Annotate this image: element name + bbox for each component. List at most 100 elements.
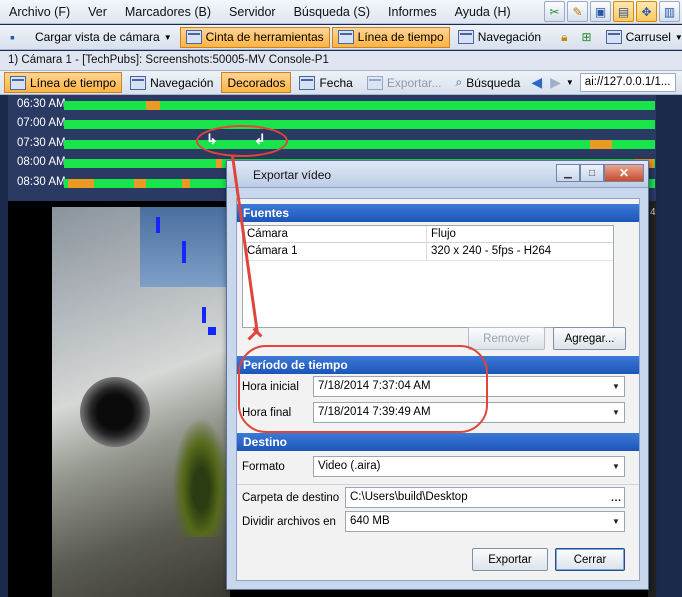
fan-object [80, 377, 150, 447]
minimize-button[interactable]: ▁ [556, 164, 580, 182]
load-camera-view-button[interactable]: Cargar vista de cámara ▼ [29, 27, 178, 48]
timeline-range-highlight [196, 125, 288, 157]
search-button[interactable]: ⌕ Búsqueda [450, 72, 527, 93]
navigation-button[interactable]: Navegación [452, 27, 547, 48]
chevron-down-icon: ▼ [163, 32, 172, 42]
timeline-label: Línea de tiempo [357, 30, 444, 44]
monitor-icon[interactable]: ▣ [590, 1, 611, 22]
frame-number: 4 [650, 207, 656, 218]
split-size-value: 640 MB [350, 515, 390, 527]
timeline-toggle-label: Línea de tiempo [30, 75, 117, 90]
column-header[interactable]: Cámara [243, 226, 427, 242]
export-confirm-button[interactable]: Exportar [472, 548, 548, 571]
layout-icon[interactable]: ▤ [613, 1, 634, 22]
format-label: Formato [242, 461, 285, 473]
navigation-label: Navegación [477, 30, 542, 44]
camera-toolbar: Línea de tiempo Navegación Decorados Fec… [0, 71, 682, 95]
video-scroll-edge [648, 201, 656, 597]
timeline-toggle-button[interactable]: Línea de tiempo [4, 72, 123, 93]
timeline-bar[interactable] [64, 120, 655, 129]
destination-folder-field[interactable]: C:\Users\build\Desktop … [345, 487, 625, 508]
export-label: Exportar... [386, 75, 442, 90]
timeline-time-label: 08:30 AM [17, 176, 66, 188]
chevron-down-icon[interactable]: ▼ [608, 377, 624, 396]
event-segment [590, 140, 612, 149]
chevron-down-icon[interactable]: ▼ [608, 457, 624, 476]
close-button[interactable]: ✕ [604, 164, 644, 182]
chevron-down-icon[interactable]: ▼ [608, 403, 624, 422]
split-size-select[interactable]: 640 MB ▼ [345, 511, 625, 532]
column-header[interactable]: Flujo [427, 226, 613, 242]
export-button[interactable]: Exportar... [361, 72, 448, 93]
table-header: Cámara Flujo [243, 226, 613, 243]
event-segment [216, 159, 222, 168]
main-toolbar: ▪ Cargar vista de cámara ▼ Cinta de herr… [0, 25, 682, 50]
navigation-icon [457, 30, 474, 44]
timeline-bar[interactable]: ↳ ↲ [64, 131, 655, 149]
navigation-icon [130, 75, 147, 90]
back-arrow-icon[interactable]: ◀ [528, 74, 545, 91]
panel-icon[interactable]: ▥ [659, 1, 680, 22]
sources-table[interactable]: Cámara Flujo Cámara 1 320 x 240 - 5fps -… [242, 225, 614, 328]
dialog-titlebar[interactable]: Exportar vídeo ▁ □ ✕ [227, 161, 648, 188]
decorated-label: Decorados [227, 75, 286, 90]
calendar-icon [299, 75, 316, 90]
forward-arrow-icon[interactable]: ▶ [547, 74, 564, 91]
event-segment [68, 179, 94, 188]
address-field[interactable]: ai://127.0.0.1/1... [579, 73, 676, 92]
motion-marker [182, 241, 186, 263]
maximize-button[interactable]: □ [580, 164, 604, 182]
remove-button[interactable]: Remover [468, 327, 545, 350]
menu-marcadores[interactable]: Marcadores (B) [116, 5, 220, 19]
table-cell: Cámara 1 [243, 243, 427, 260]
sources-heading: Fuentes [237, 204, 639, 222]
menu-servidor[interactable]: Servidor [220, 5, 285, 19]
timeline-bar[interactable] [64, 101, 655, 110]
browse-icon[interactable]: … [608, 488, 624, 507]
chevron-down-icon[interactable]: ▼ [608, 512, 624, 531]
event-segment [134, 179, 146, 188]
decorated-button[interactable]: Decorados [221, 72, 292, 93]
timeline-time-label: 06:30 AM [17, 98, 66, 110]
carousel-button[interactable]: Carrusel ▼ [600, 27, 682, 48]
cut-icon[interactable]: ✂ [544, 1, 565, 22]
menu-icon-group: ✂ ✎ ▣ ▤ ✥ ▥ [544, 1, 680, 22]
timeline-icon [10, 75, 26, 90]
navigation-toggle-label: Navegación [150, 75, 214, 90]
add-button[interactable]: Agregar... [553, 327, 626, 350]
navigation-toggle-button[interactable]: Navegación [124, 72, 219, 93]
timeline-row: 06:30 AM [8, 95, 656, 115]
menu-ver[interactable]: Ver [79, 5, 116, 19]
timeline-row: 07:00 AM [8, 114, 656, 134]
menu-archivo[interactable]: Archivo (F) [0, 5, 79, 19]
toolbar-icon [185, 30, 202, 44]
export-icon [366, 75, 383, 90]
tape-tools-button[interactable]: Cinta de herramientas [179, 26, 330, 48]
carousel-label: Carrusel [625, 30, 671, 44]
divider [237, 484, 639, 485]
menu-busqueda[interactable]: Búsqueda (S) [285, 5, 379, 19]
chevron-down-icon[interactable]: ▼ [566, 78, 574, 87]
timeline-time-label: 07:00 AM [17, 117, 66, 129]
search-label: Búsqueda [466, 75, 521, 90]
menu-informes[interactable]: Informes [379, 5, 446, 19]
move-icon[interactable]: ✥ [636, 1, 657, 22]
close-dialog-button[interactable]: Cerrar [555, 548, 625, 571]
dialog-title: Exportar vídeo [253, 168, 332, 182]
motion-marker [208, 327, 216, 335]
save-icon[interactable]: ▪ [4, 27, 21, 48]
motion-marker [156, 217, 160, 233]
menu-ayuda[interactable]: Ayuda (H) [446, 5, 520, 19]
format-select[interactable]: Video (.aira) ▼ [313, 456, 625, 477]
date-button[interactable]: Fecha [293, 72, 358, 93]
camera-title: 1) Cámara 1 - [TechPubs]: Screenshots:50… [0, 51, 682, 71]
timeline-button[interactable]: Línea de tiempo [331, 26, 450, 48]
edit-icon[interactable]: ✎ [567, 1, 588, 22]
lock-icon[interactable]: 🔒︎ [555, 27, 573, 48]
motion-marker [202, 307, 206, 323]
destination-heading: Destino [237, 433, 639, 451]
add-panel-icon[interactable]: ⊞ [576, 27, 598, 48]
timeline-time-label: 07:30 AM [17, 137, 66, 149]
chevron-down-icon: ▼ [674, 32, 682, 42]
table-row[interactable]: Cámara 1 320 x 240 - 5fps - H264 [243, 243, 613, 261]
